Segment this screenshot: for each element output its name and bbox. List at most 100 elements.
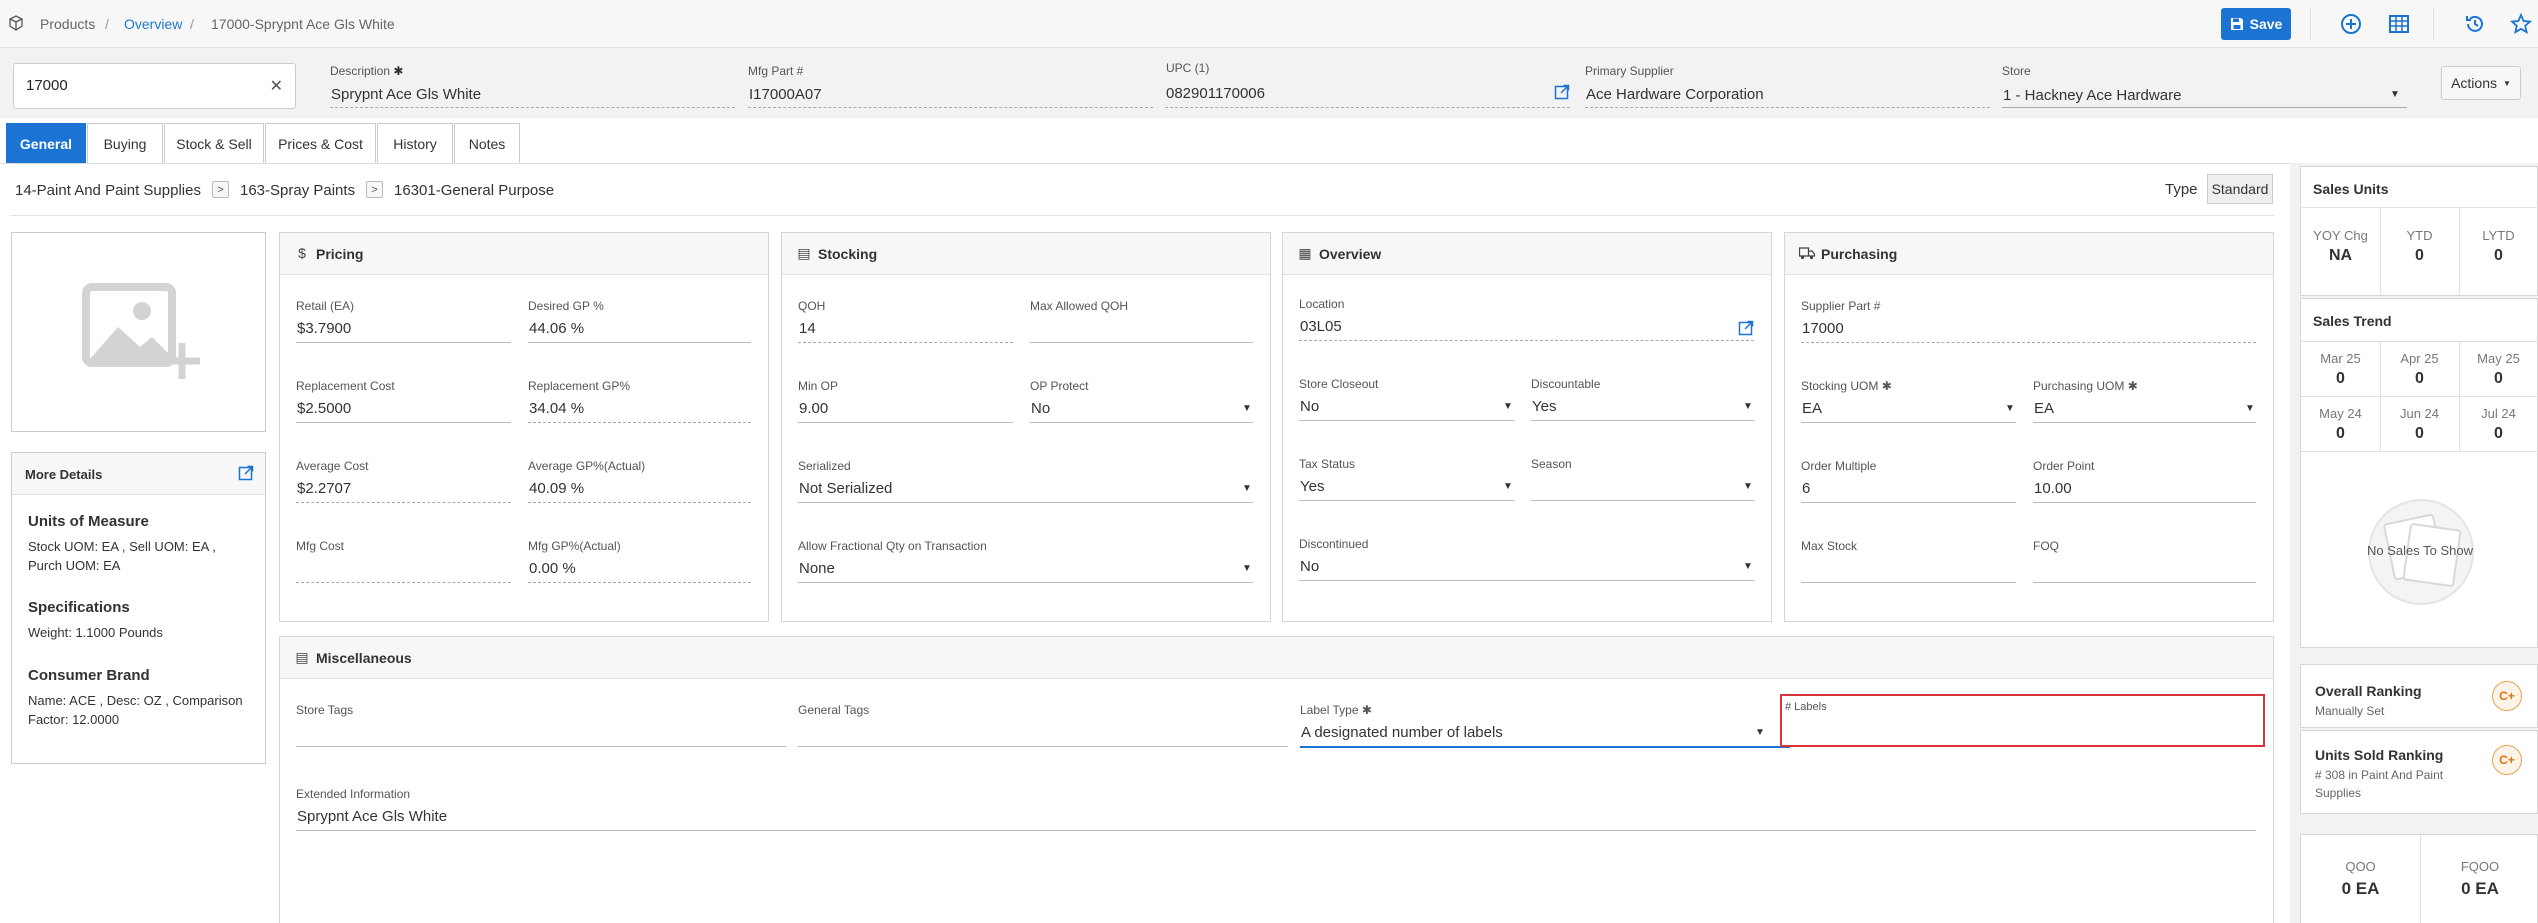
units-ranking-sub: Supplies — [2315, 786, 2362, 800]
field-underline — [528, 342, 751, 343]
chevron-down-icon[interactable]: ▼ — [1242, 403, 1252, 414]
purchasing-uom-select[interactable]: EA — [2034, 400, 2054, 417]
chevron-down-icon[interactable]: ▼ — [1503, 401, 1513, 412]
field-underline — [1030, 342, 1253, 343]
field-underline — [1299, 340, 1754, 341]
general-tags-label: General Tags — [798, 703, 870, 717]
op-protect-select[interactable]: No — [1031, 400, 1050, 417]
discountable-select[interactable]: Yes — [1532, 398, 1556, 415]
average-gp-label: Average GP%(Actual) — [528, 459, 646, 473]
category-level2[interactable]: 163-Spray Paints — [240, 182, 355, 199]
serialized-select[interactable]: Not Serialized — [799, 480, 892, 497]
external-link-icon[interactable] — [1738, 320, 1754, 340]
chevron-down-icon[interactable]: ▼ — [1242, 563, 1252, 574]
overview-panel: ▦ Overview Location 03L05 Store Closeout … — [1282, 232, 1772, 622]
tab-prices-cost[interactable]: Prices & Cost — [265, 123, 376, 163]
field-underline — [528, 422, 751, 423]
stocking-uom-select[interactable]: EA — [1802, 400, 1822, 417]
replacement-gp-value: 34.04 % — [529, 400, 585, 417]
category-level3[interactable]: 16301-General Purpose — [394, 182, 554, 199]
category-level1[interactable]: 14-Paint And Paint Supplies — [15, 182, 201, 199]
breadcrumb-overview[interactable]: Overview — [124, 16, 182, 32]
miscellaneous-panel: ▤ Miscellaneous Store Tags General Tags L… — [279, 636, 2274, 923]
item-search-input[interactable]: 17000 ✕ — [13, 63, 296, 109]
stocking-icon: ▤ — [797, 244, 811, 261]
add-circle-icon[interactable] — [2337, 10, 2365, 38]
field-underline — [296, 582, 511, 583]
discountable-label: Discountable — [1531, 377, 1601, 391]
field-underline — [798, 422, 1013, 423]
breadcrumb-products[interactable]: Products — [40, 16, 95, 32]
tab-buying[interactable]: Buying — [87, 123, 163, 163]
chevron-down-icon[interactable]: ▼ — [1743, 401, 1753, 412]
chevron-down-icon[interactable]: ▼ — [1743, 481, 1753, 492]
extended-info-field[interactable]: Sprypnt Ace Gls White — [297, 808, 447, 825]
spec-heading: Specifications — [28, 599, 130, 616]
save-button[interactable]: Save — [2221, 8, 2291, 40]
units-sold-ranking-card[interactable]: Units Sold Ranking # 308 in Paint And Pa… — [2300, 730, 2538, 814]
history-icon[interactable] — [2461, 10, 2489, 38]
grid-table-icon[interactable] — [2385, 10, 2413, 38]
breadcrumb-current: 17000-Sprypnt Ace Gls White — [211, 16, 395, 32]
star-icon[interactable] — [2507, 10, 2535, 38]
tab-history[interactable]: History — [377, 123, 453, 163]
supplier-field[interactable]: Ace Hardware Corporation — [1586, 86, 1764, 103]
order-point-field[interactable]: 10.00 — [2034, 480, 2072, 497]
chevron-down-icon[interactable]: ▼ — [1242, 483, 1252, 494]
chevron-down-icon[interactable]: ▼ — [1755, 727, 1765, 738]
chevron-down-icon[interactable]: ▼ — [1503, 481, 1513, 492]
mfg-part-field[interactable]: I17000A07 — [749, 86, 822, 103]
general-tags-input[interactable] — [798, 746, 1288, 747]
chevron-down-icon[interactable]: ▼ — [2245, 403, 2255, 414]
closeout-select[interactable]: No — [1300, 398, 1319, 415]
store-tags-input[interactable] — [296, 746, 786, 747]
description-underline — [330, 107, 735, 108]
tax-status-select[interactable]: Yes — [1300, 478, 1324, 495]
average-gp-value: 40.09 % — [529, 480, 585, 497]
fractional-qty-select[interactable]: None — [799, 560, 835, 577]
chevron-right-icon: > — [366, 181, 383, 198]
chevron-down-icon[interactable]: ▼ — [2390, 89, 2400, 100]
product-image-placeholder[interactable] — [11, 232, 266, 432]
overall-ranking-card[interactable]: Overall Ranking Manually Set C+ — [2300, 664, 2538, 728]
retail-field[interactable]: $3.7900 — [297, 320, 351, 337]
label-type-label: Label Type ✱ — [1300, 703, 1372, 717]
mfg-gp-value: 0.00 % — [529, 560, 576, 577]
yoy-label: YOY Chg — [2313, 228, 2368, 243]
label-type-select[interactable]: A designated number of labels — [1301, 724, 1503, 741]
discontinued-select[interactable]: No — [1300, 558, 1319, 575]
order-multiple-field[interactable]: 6 — [1802, 480, 1810, 497]
sales-units-title: Sales Units — [2313, 181, 2389, 197]
field-underline — [1801, 502, 2016, 503]
fqoo-label: FQOO — [2460, 859, 2500, 874]
description-field[interactable]: Sprypnt Ace Gls White — [331, 86, 481, 103]
uom-line: Purch UOM: EA — [28, 558, 121, 573]
qoo-label: QOO — [2345, 859, 2376, 874]
overall-ranking-sub: Manually Set — [2315, 704, 2385, 718]
tab-general[interactable]: General — [6, 123, 86, 163]
min-op-field[interactable]: 9.00 — [799, 400, 828, 417]
actions-button[interactable]: Actions ▼ — [2441, 66, 2521, 100]
external-link-icon[interactable] — [238, 465, 254, 485]
sales-units-card: Sales Units YOY Chg NA YTD 0 LYTD 0 — [2300, 166, 2538, 297]
type-value[interactable]: Standard — [2207, 174, 2273, 204]
store-select[interactable]: 1 - Hackney Ace Hardware — [2003, 87, 2181, 104]
upc-label: UPC (1) — [1166, 61, 1210, 75]
trend-month-value: 0 — [2494, 370, 2503, 387]
chevron-down-icon[interactable]: ▼ — [2005, 403, 2015, 414]
tab-stock-sell[interactable]: Stock & Sell — [164, 123, 264, 163]
external-link-icon[interactable] — [1554, 84, 1570, 104]
chevron-down-icon[interactable]: ▼ — [1743, 561, 1753, 572]
purchasing-title: Purchasing — [1821, 246, 1898, 262]
replacement-gp-label: Replacement GP% — [528, 379, 631, 393]
upc-field[interactable]: 082901170006 — [1166, 85, 1265, 102]
clear-icon[interactable]: ✕ — [270, 76, 283, 96]
desired-gp-field[interactable]: 44.06 % — [529, 320, 584, 337]
replacement-cost-field[interactable]: $2.5000 — [297, 400, 351, 417]
average-cost-label: Average Cost — [296, 459, 369, 473]
top-bar: Products / Overview / 17000-Sprypnt Ace … — [0, 0, 2538, 48]
qoh-label: QOH — [798, 299, 826, 313]
trend-month-value: 0 — [2415, 425, 2424, 442]
tab-notes[interactable]: Notes — [454, 123, 520, 163]
overview-icon: ▦ — [1298, 244, 1312, 261]
